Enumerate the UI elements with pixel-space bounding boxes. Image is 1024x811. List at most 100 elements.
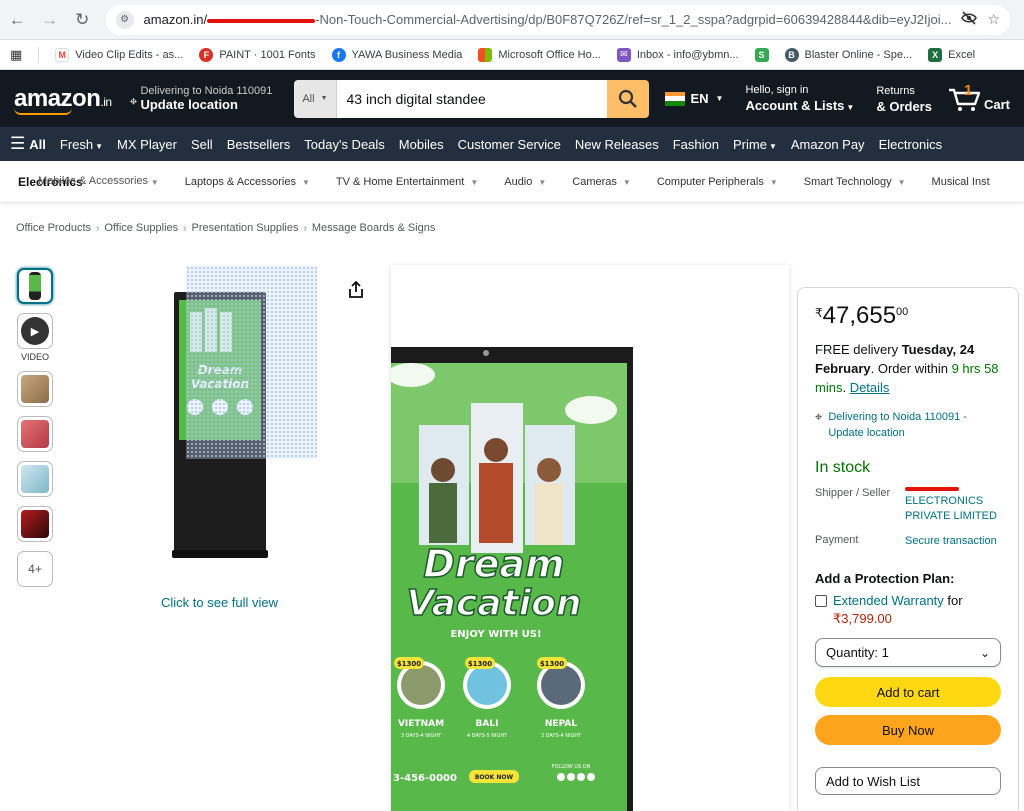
breadcrumb-item[interactable]: Office Supplies — [104, 222, 178, 234]
subnav-item[interactable]: Musical Inst — [932, 176, 990, 188]
nav-item-mobiles[interactable]: Mobiles — [399, 137, 444, 152]
dest-days: 3 DAYS-4 NIGHT — [401, 733, 442, 739]
bookmark-item[interactable]: M Video Clip Edits - as... — [55, 47, 183, 62]
more-images-button[interactable]: 4+ — [17, 551, 53, 587]
bookmark-label: YAWA Business Media — [351, 48, 463, 61]
bookmark-item[interactable]: f YAWA Business Media — [331, 47, 463, 62]
share-icon[interactable] — [348, 280, 364, 304]
nav-item-customer-service[interactable]: Customer Service — [458, 137, 561, 152]
nav-item-prime[interactable]: Prime ▼ — [733, 137, 777, 152]
details-link[interactable]: Details — [850, 380, 890, 395]
bookmark-label: Microsoft Office Ho... — [498, 48, 601, 61]
poster-phone: 3-456-0000 — [393, 773, 457, 784]
address-bar[interactable]: ⚙ amazon.in/-Non-Touch-Commercial-Advert… — [105, 4, 1010, 35]
nav-item-fresh[interactable]: Fresh ▼ — [60, 137, 103, 152]
subnav-electronics[interactable]: Electronics Mobiles & Accessories — [18, 175, 148, 189]
nav-item-sell[interactable]: Sell — [191, 137, 213, 152]
full-view-link[interactable]: Click to see full view — [161, 595, 278, 610]
account-line2: Account & Lists ▼ — [745, 98, 854, 115]
quantity-label: Quantity: 1 — [826, 645, 889, 660]
forward-icon[interactable]: → — [41, 10, 60, 30]
thumbnail-3[interactable] — [17, 371, 53, 407]
shipper-label: Shipper / Seller — [815, 487, 891, 499]
account-menu[interactable]: Hello, sign in Account & Lists ▼ — [739, 83, 860, 115]
search-button[interactable] — [607, 79, 650, 118]
reload-icon[interactable]: ↻ — [73, 10, 92, 30]
nav-item-electronics[interactable]: Electronics — [879, 137, 943, 152]
nav-all-button[interactable]: ☰ All — [10, 134, 46, 154]
add-to-cart-button[interactable]: Add to cart — [815, 677, 1001, 707]
deliver-line1: Delivering to Noida 110091 — [140, 85, 273, 97]
eye-off-icon[interactable] — [961, 11, 978, 28]
cart-button[interactable]: 1 Cart — [948, 82, 1014, 112]
subnav-item[interactable]: Laptops & Accessories ▼ — [185, 176, 310, 188]
mail-icon: ✉ — [616, 47, 631, 62]
breadcrumb-item[interactable]: Office Products — [16, 222, 91, 234]
nav-item-mx-player[interactable]: MX Player — [117, 137, 177, 152]
price: ₹ 47,655 00 — [815, 302, 1001, 330]
nav-item-todays-deals[interactable]: Today's Deals — [304, 137, 385, 152]
returns-orders[interactable]: Returns & Orders — [870, 84, 938, 114]
thumbnail-4[interactable] — [17, 416, 53, 452]
subnav-item[interactable]: Cameras ▼ — [572, 176, 631, 188]
bookmark-item[interactable]: Microsoft Office Ho... — [478, 47, 601, 62]
chevron-right-icon: › — [303, 222, 307, 234]
bookmark-item[interactable]: S — [754, 47, 769, 62]
chevron-down-icon: ▼ — [769, 177, 778, 187]
category-label: All — [302, 92, 315, 105]
apps-grid-icon[interactable]: ▦ — [10, 47, 22, 63]
price-fraction: 00 — [896, 306, 909, 318]
breadcrumb-item[interactable]: Message Boards & Signs — [312, 222, 436, 234]
star-icon[interactable]: ☆ — [987, 11, 1000, 28]
language-selector[interactable]: EN ▼ — [659, 91, 729, 106]
subnav-item[interactable]: Computer Peripherals ▼ — [657, 176, 778, 188]
nav-item-new-releases[interactable]: New Releases — [575, 137, 659, 152]
bookmark-item[interactable]: F PAINT · 1001 Fonts — [199, 47, 316, 62]
thumbnail-5[interactable] — [17, 461, 53, 497]
delivery-location[interactable]: ⌖ Delivering to Noida 110091 Update loca… — [126, 81, 277, 116]
warranty-price: ₹3,799.00 — [833, 611, 892, 626]
thumbnail-6[interactable] — [17, 506, 53, 542]
shipper-value-wrap[interactable]: ELECTRONICS PRIVATE LIMITED — [905, 487, 1001, 524]
thumbnail-1[interactable] — [17, 268, 53, 304]
warranty-for: for — [943, 593, 963, 608]
bookmark-item[interactable]: ✉ Inbox - info@ybmn... — [616, 47, 739, 62]
buy-now-button[interactable]: Buy Now — [815, 715, 1001, 745]
delivery-location-link[interactable]: ⌖ Delivering to Noida 110091 - Update lo… — [815, 409, 1001, 441]
nav-item-bestsellers[interactable]: Bestsellers — [227, 137, 291, 152]
bookmark-item[interactable]: X Excel — [928, 47, 975, 62]
logo-tld: .in — [100, 94, 112, 109]
subnav-label: Cameras — [572, 175, 617, 188]
subnav-overlay-label: Mobiles & Accessories — [38, 174, 149, 187]
payment-value[interactable]: Secure transaction — [905, 534, 1001, 549]
warranty-link[interactable]: Extended Warranty — [833, 593, 944, 608]
search-category-select[interactable]: All ▼ — [294, 79, 337, 118]
breadcrumb-item[interactable]: Presentation Supplies — [191, 222, 298, 234]
subnav-item[interactable]: Audio ▼ — [504, 176, 546, 188]
amazon-header: amazon.in ⌖ Delivering to Noida 110091 U… — [0, 70, 1024, 127]
search-input[interactable] — [336, 79, 608, 118]
thumbnail-video[interactable]: ▶ — [17, 313, 53, 349]
nav-label: Prime — [732, 136, 767, 152]
site-info-icon[interactable]: ⚙ — [115, 10, 134, 29]
bookmark-item[interactable]: B Blaster Online - Spe... — [784, 47, 912, 62]
nav-item-fashion[interactable]: Fashion — [673, 137, 719, 152]
warranty-checkbox[interactable] — [815, 595, 827, 607]
quantity-select[interactable]: Quantity: 1 ⌄ — [815, 638, 1001, 667]
nav-item-amazon-pay[interactable]: Amazon Pay — [791, 137, 865, 152]
poster-follow: FOLLOW US ON — [552, 764, 591, 770]
subnav-item[interactable]: TV & Home Entertainment ▼ — [336, 176, 478, 188]
browser-toolbar: ← → ↻ ⚙ amazon.in/-Non-Touch-Commercial-… — [0, 0, 1024, 40]
orders-line1: Returns — [876, 84, 915, 97]
subnav-item[interactable]: Smart Technology ▼ — [804, 176, 906, 188]
thumbnail-image — [21, 375, 49, 403]
url-text[interactable]: amazon.in/-Non-Touch-Commercial-Advertis… — [144, 12, 952, 27]
chevron-down-icon: ▼ — [897, 177, 906, 187]
chevron-down-icon: ▼ — [150, 177, 159, 187]
lang-label: EN — [690, 91, 709, 106]
breadcrumb: Office Products › Office Supplies › Presen… — [16, 222, 435, 234]
amazon-logo[interactable]: amazon.in — [10, 81, 116, 117]
add-to-wish-list-button[interactable]: Add to Wish List — [815, 767, 1001, 795]
thumbnail-image — [21, 465, 49, 493]
back-icon[interactable]: ← — [8, 10, 27, 30]
